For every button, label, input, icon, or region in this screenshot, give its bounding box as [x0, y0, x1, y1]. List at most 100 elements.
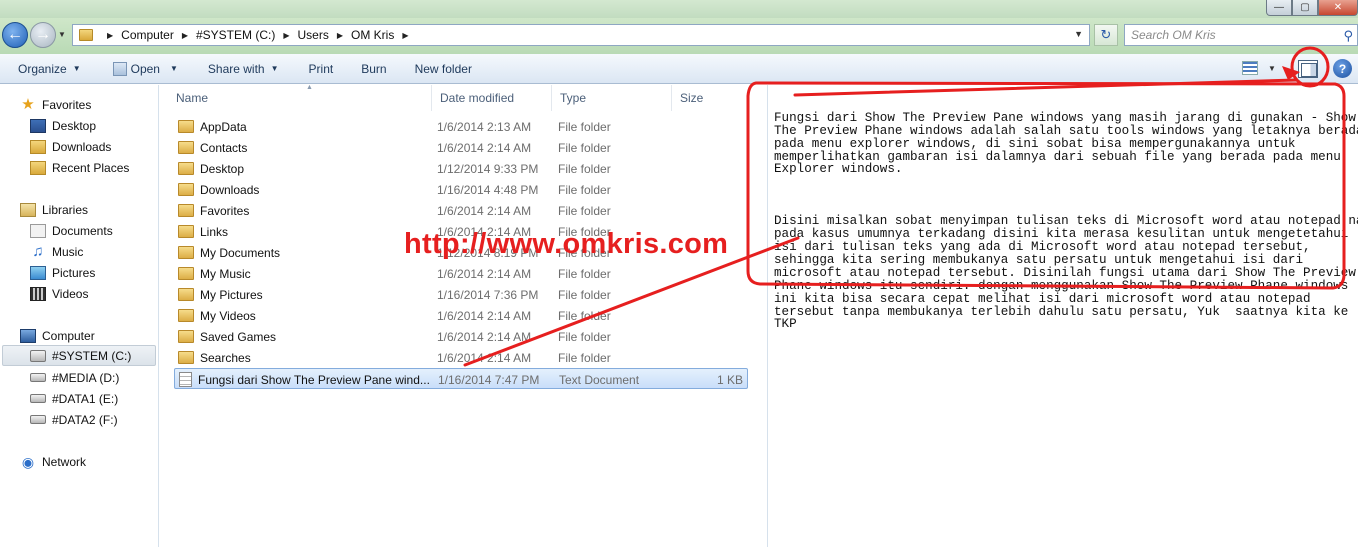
file-type: File folder [558, 329, 611, 344]
nav-libraries[interactable]: Libraries [20, 199, 178, 220]
desktop-icon [30, 118, 46, 133]
hard-drive-icon [30, 415, 46, 424]
chevron-down-icon: ▼ [169, 64, 178, 73]
share-with-button[interactable]: Share with ▼ [188, 54, 289, 84]
chevron-right-icon[interactable]: ▶ [107, 31, 113, 40]
recent-places-icon [30, 160, 46, 175]
chevron-down-icon: ▼ [270, 64, 279, 73]
file-row-selected[interactable]: Fungsi dari Show The Preview Pane wind..… [174, 368, 748, 389]
recent-pages-dropdown[interactable]: ▼ [58, 30, 66, 39]
file-type: File folder [558, 266, 611, 281]
chevron-right-icon[interactable]: ▶ [182, 31, 188, 40]
file-type: File folder [558, 140, 611, 155]
breadcrumb-om-kris[interactable]: OM Kris [351, 28, 394, 42]
breadcrumb-system-drive[interactable]: #SYSTEM (C:) [196, 28, 275, 42]
file-date: 1/6/2014 2:14 AM [437, 350, 532, 365]
close-button[interactable]: ✕ [1318, 0, 1358, 16]
column-label: Date modified [440, 91, 515, 105]
address-dropdown-icon[interactable]: ▼ [1074, 29, 1083, 39]
file-date: 1/16/2014 7:47 PM [438, 372, 540, 387]
file-size: 1 KB [716, 372, 743, 387]
file-date: 1/6/2014 2:13 AM [437, 119, 532, 134]
file-name: Desktop [200, 161, 245, 176]
file-name: Contacts [200, 140, 248, 155]
navigation-pane: ★ Favorites Desktop Downloads Recent Plac… [0, 85, 159, 547]
open-button[interactable]: Open ▼ [91, 54, 188, 84]
file-row[interactable]: My Music 1/6/2014 2:14 AM File folder [174, 263, 748, 284]
preview-pane: Fungsi dari Show The Preview Pane window… [769, 85, 1358, 547]
file-row[interactable]: Searches 1/6/2014 2:14 AM File folder [174, 347, 748, 368]
show-preview-pane-button[interactable] [1298, 60, 1318, 78]
file-date: 1/6/2014 2:14 AM [437, 329, 532, 344]
nav-drive-c[interactable]: #SYSTEM (C:) [2, 345, 156, 366]
notepad-icon [112, 61, 127, 76]
file-row[interactable]: AppData 1/6/2014 2:13 AM File folder [174, 116, 748, 137]
file-date: 1/12/2014 9:33 PM [437, 161, 539, 176]
refresh-icon: ↻ [1100, 27, 1112, 42]
refresh-button[interactable]: ↻ [1094, 24, 1118, 46]
file-row[interactable]: My Videos 1/6/2014 2:14 AM File folder [174, 305, 748, 326]
folder-icon [178, 288, 194, 301]
new-folder-label: New folder [414, 61, 472, 76]
folder-icon [178, 309, 194, 322]
desktop-folder-icon [178, 162, 194, 175]
nav-computer[interactable]: Computer [20, 325, 178, 346]
column-header-date[interactable]: Date modified [432, 85, 552, 111]
file-name: Favorites [200, 203, 250, 218]
back-button[interactable]: ← [2, 22, 28, 48]
share-with-label: Share with [207, 61, 265, 76]
burn-button[interactable]: Burn [343, 54, 396, 84]
file-row[interactable]: Contacts 1/6/2014 2:14 AM File folder [174, 137, 748, 158]
nav-label: Pictures [52, 265, 96, 280]
file-list: Name ▲ Date modified Type Size AppData 1/… [160, 84, 768, 547]
column-header-type[interactable]: Type [552, 85, 672, 111]
file-row[interactable]: Downloads 1/16/2014 4:48 PM File folder [174, 179, 748, 200]
computer-icon [20, 328, 36, 343]
file-row[interactable]: Favorites 1/6/2014 2:14 AM File folder [174, 200, 748, 221]
chevron-right-icon[interactable]: ▶ [337, 31, 343, 40]
arrow-right-icon: → [35, 26, 51, 43]
new-folder-button[interactable]: New folder [397, 54, 482, 84]
chevron-right-icon[interactable]: ▶ [283, 31, 289, 40]
star-icon: ★ [21, 95, 35, 113]
organize-button[interactable]: Organize ▼ [0, 54, 91, 84]
chevron-right-icon[interactable]: ▶ [402, 31, 408, 40]
forward-button[interactable]: → [30, 22, 56, 48]
file-row[interactable]: Desktop 1/12/2014 9:33 PM File folder [174, 158, 748, 179]
file-type: File folder [558, 182, 611, 197]
nav-network[interactable]: ◉ Network [20, 451, 178, 472]
explorer-window: — ▢ ✕ ← → ▼ ▶ Computer ▶ #SYSTEM (C:) ▶ … [0, 0, 1358, 547]
minimize-button[interactable]: — [1266, 0, 1292, 16]
column-header-name[interactable]: Name ▲ [168, 84, 432, 111]
file-row[interactable]: Saved Games 1/6/2014 2:14 AM File folder [174, 326, 748, 347]
libraries-icon [20, 202, 36, 217]
sort-ascending-icon: ▲ [306, 84, 313, 91]
arrow-left-icon: ← [7, 26, 23, 43]
file-name: Searches [200, 350, 251, 365]
file-type: File folder [558, 308, 611, 323]
help-icon[interactable]: ? [1333, 59, 1352, 78]
search-input[interactable]: Search OM Kris ⚲ [1124, 24, 1358, 46]
breadcrumb-computer[interactable]: Computer [121, 28, 174, 42]
print-button[interactable]: Print [289, 54, 344, 84]
nav-label: Documents [52, 223, 113, 238]
column-label: Size [680, 91, 704, 105]
column-header-size[interactable]: Size [672, 85, 752, 111]
change-view-icon[interactable] [1242, 61, 1258, 75]
file-row[interactable]: My Pictures 1/16/2014 7:36 PM File folde… [174, 284, 748, 305]
breadcrumb-users[interactable]: Users [298, 28, 329, 42]
search-placeholder: Search OM Kris [1131, 28, 1216, 42]
nav-label: Computer [42, 328, 95, 343]
address-bar[interactable]: ▶ Computer ▶ #SYSTEM (C:) ▶ Users ▶ OM K… [72, 24, 1090, 46]
nav-label: Libraries [42, 202, 89, 217]
nav-label: #SYSTEM (C:) [52, 348, 132, 363]
chevron-down-icon[interactable]: ▼ [1268, 64, 1276, 73]
film-strip-icon [30, 286, 46, 301]
nav-favorites[interactable]: ★ Favorites [20, 94, 178, 115]
title-bar: — ▢ ✕ [0, 0, 1358, 18]
search-icon[interactable]: ⚲ [1343, 28, 1353, 44]
file-type: File folder [558, 203, 611, 218]
text-document-icon [179, 372, 192, 387]
file-name: My Pictures [200, 287, 263, 302]
maximize-button[interactable]: ▢ [1292, 0, 1318, 16]
